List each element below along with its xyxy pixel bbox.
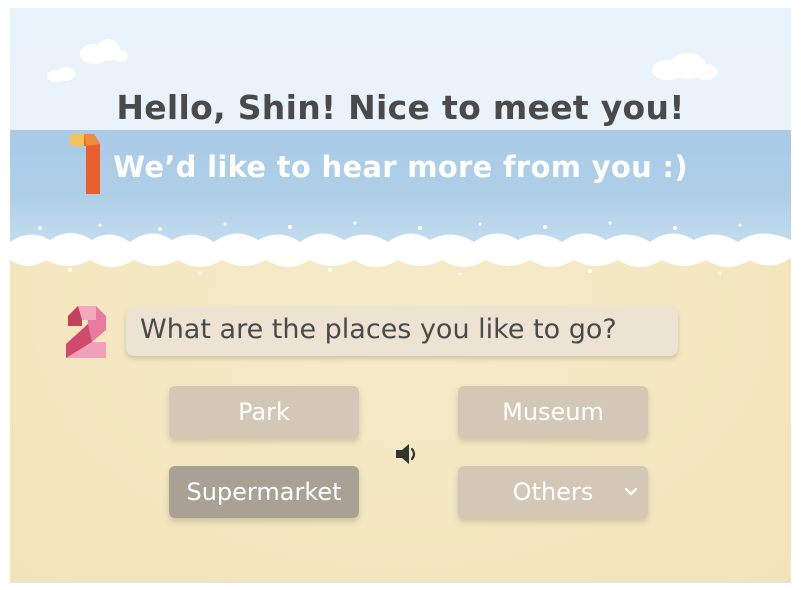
cloud-icon [47, 67, 75, 82]
beach-background: Hello, Shin! Nice to meet you! We’d like… [10, 8, 791, 583]
option-label: Supermarket [186, 478, 342, 506]
option-museum[interactable]: Museum [458, 386, 648, 438]
cloud-icon [80, 39, 128, 64]
speaker-icon[interactable] [395, 442, 421, 466]
sand [10, 242, 791, 583]
option-others-dropdown[interactable]: Others [458, 466, 648, 518]
intro-subtitle: We’d like to hear more from you :) [113, 150, 688, 184]
greeting-title: Hello, Shin! Nice to meet you! [116, 88, 685, 127]
chevron-down-icon [624, 466, 638, 518]
question-box: What are the places you like to go? [126, 306, 678, 356]
option-label: Park [238, 398, 290, 426]
question-text: What are the places you like to go? [140, 314, 617, 345]
wave-foam [10, 221, 791, 276]
option-park[interactable]: Park [169, 386, 359, 438]
number-two-icon [66, 306, 106, 358]
option-label: Museum [502, 398, 604, 426]
cloud-icon [652, 53, 718, 80]
option-supermarket[interactable]: Supermarket [169, 466, 359, 518]
option-label: Others [512, 478, 594, 506]
